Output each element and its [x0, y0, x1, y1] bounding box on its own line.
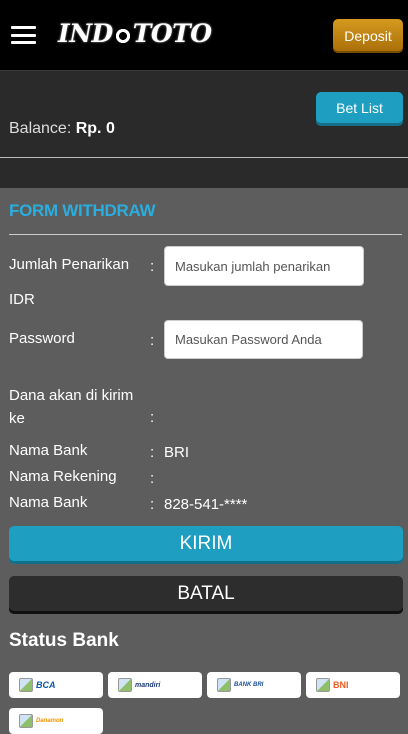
form-divider [9, 234, 402, 235]
bank-status-title: Status Bank [9, 630, 119, 651]
send-to-colon: : [150, 409, 155, 426]
bank-name-value: BRI [164, 444, 190, 461]
bank-logo-mandiri: mandiri [135, 681, 161, 689]
deposit-button[interactable]: Deposit [333, 19, 403, 53]
bank-logo-bri: BANK BRI [234, 682, 264, 688]
send-to-label: Dana akan di kirim ke [9, 387, 134, 427]
bank-logo-danamon: Danamon [36, 718, 64, 724]
top-bar: IND TOTO Deposit [0, 0, 408, 70]
bank-logo-bca: BCA [36, 680, 56, 690]
currency-label: IDR [9, 291, 35, 308]
amount-colon: : [150, 258, 155, 275]
account-number-value: 828-541-**** [164, 496, 248, 513]
menu-icon[interactable] [11, 26, 36, 44]
amount-input[interactable] [164, 246, 364, 286]
image-placeholder-icon [118, 678, 132, 692]
brand-logo-left: IND [58, 19, 113, 48]
image-placeholder-icon [316, 678, 330, 692]
password-colon: : [150, 332, 155, 349]
account-name-colon: : [150, 470, 155, 487]
image-placeholder-icon [19, 678, 33, 692]
submit-button[interactable]: KIRIM [9, 526, 403, 564]
balance-label: Balance: [9, 120, 72, 137]
bank-status-mandiri[interactable]: mandiri [108, 672, 202, 698]
bank-name-label: Nama Bank [9, 442, 88, 459]
bank-name-colon: : [150, 444, 155, 461]
eye-icon [113, 26, 132, 45]
account-number-label: Nama Bank [9, 494, 88, 511]
form-title: FORM WITHDRAW [9, 201, 156, 220]
divider [0, 157, 408, 158]
image-placeholder-icon [19, 714, 33, 728]
bank-status-bca[interactable]: BCA [9, 672, 103, 698]
image-placeholder-icon [217, 678, 231, 692]
brand-logo-right: TOTO [132, 19, 212, 48]
bank-status-danamon[interactable]: Danamon [9, 708, 103, 734]
balance-panel: Bet List Balance: Rp. 0 [0, 70, 408, 188]
balance-text: Balance: Rp. 0 [9, 120, 115, 138]
account-number-colon: : [150, 496, 155, 513]
account-name-label: Nama Rekening [9, 468, 117, 485]
password-input[interactable] [164, 320, 363, 359]
bank-status-bri[interactable]: BANK BRI [207, 672, 301, 698]
bet-list-button[interactable]: Bet List [316, 92, 403, 126]
amount-label: Jumlah Penarikan [9, 256, 130, 273]
bank-status-bni[interactable]: BNI [306, 672, 400, 698]
cancel-button[interactable]: BATAL [9, 576, 403, 614]
password-label: Password [9, 330, 75, 347]
brand-logo[interactable]: IND TOTO [58, 19, 212, 51]
bank-logo-bni: BNI [333, 680, 349, 690]
balance-value: Rp. 0 [75, 120, 115, 137]
